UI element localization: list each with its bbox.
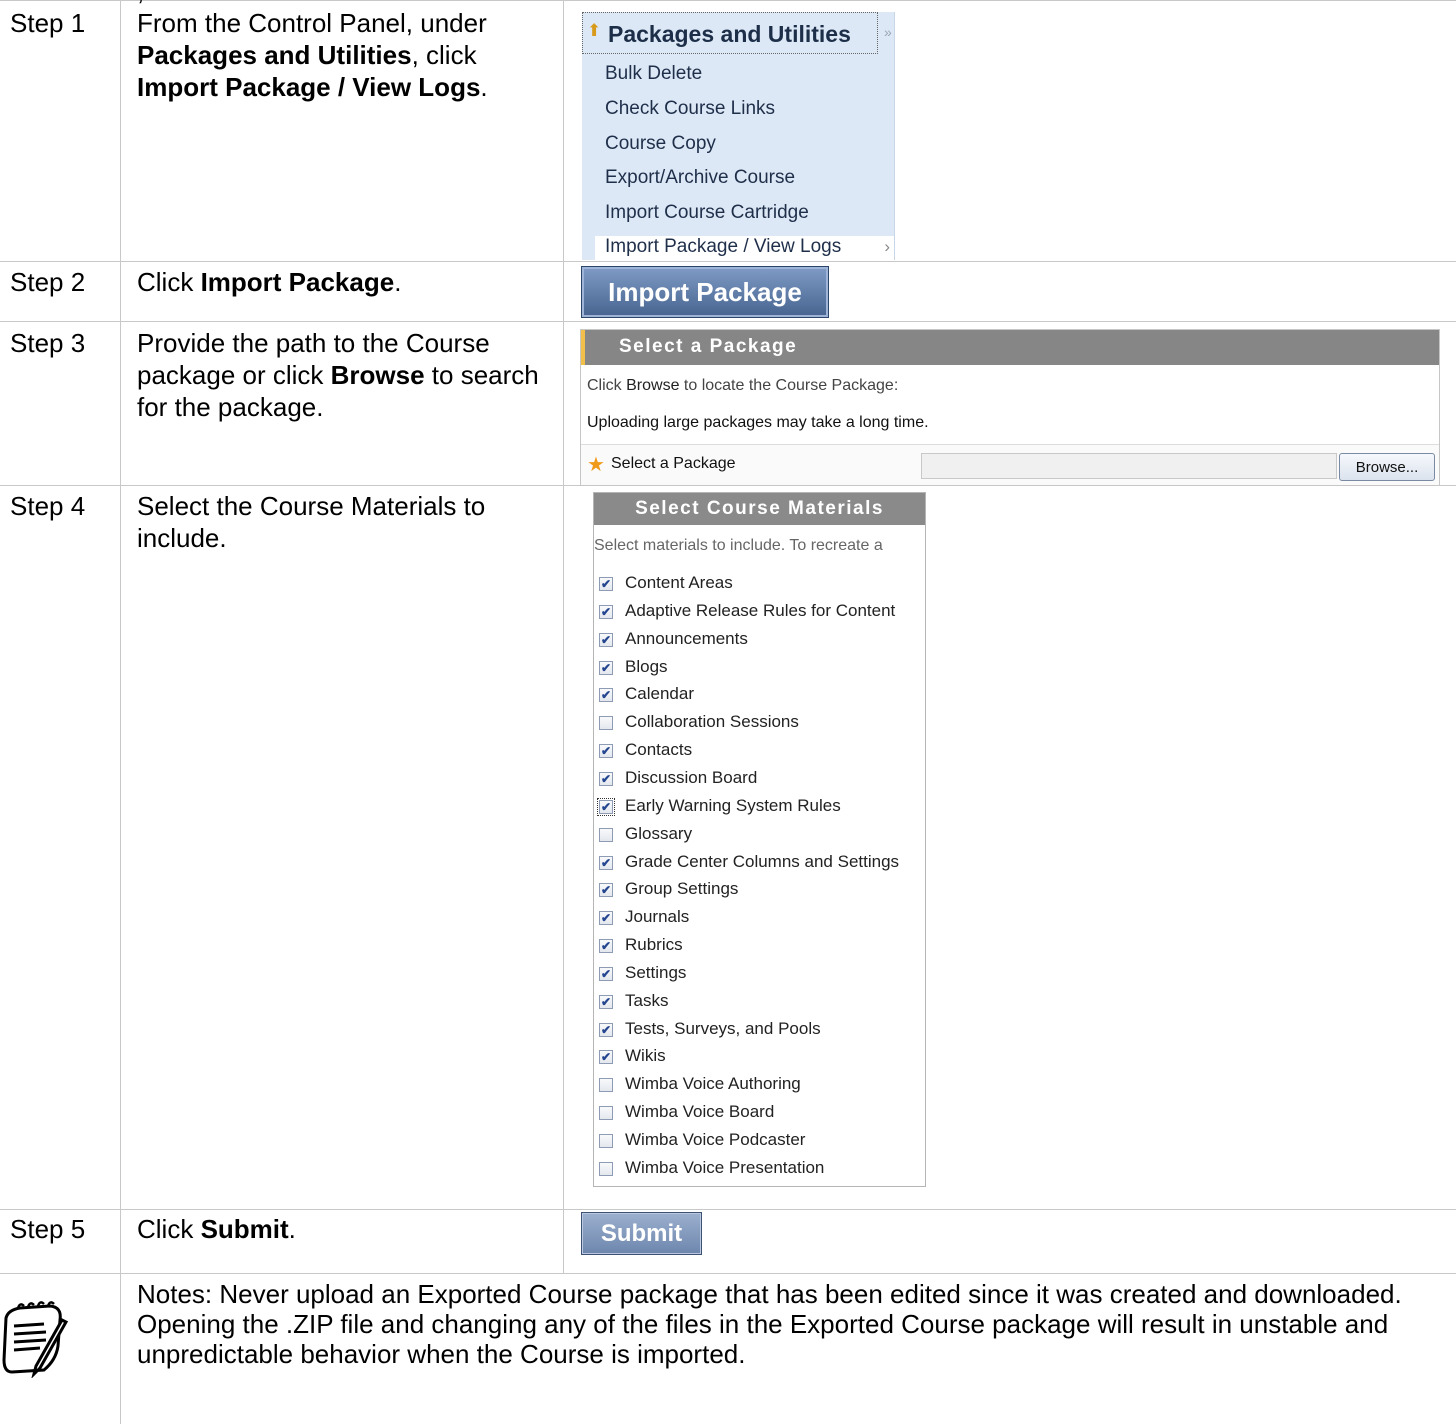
course-material-label: Adaptive Release Rules for Content: [625, 600, 896, 620]
select-package-label: Select a Package: [611, 455, 736, 472]
checkbox[interactable]: ✔: [599, 604, 613, 619]
course-material-label: Tasks: [625, 990, 669, 1010]
checkbox[interactable]: ✔: [599, 771, 613, 786]
collapse-arrow-icon: ⬆: [587, 21, 602, 40]
checkbox[interactable]: ✔: [599, 883, 613, 898]
step-3-instruction: Provide the path to the Course package o…: [137, 328, 539, 422]
step-4-label: Step 4: [10, 491, 86, 521]
packages-utilities-header[interactable]: ⬆ Packages and Utilities: [582, 12, 878, 54]
menu-item-check-course-links[interactable]: Check Course Links: [605, 98, 775, 120]
course-material-label: Early Warning System Rules: [625, 795, 841, 815]
checkbox[interactable]: ✔: [599, 1022, 613, 1037]
course-material-label: Wimba Voice Board: [625, 1102, 775, 1122]
package-path-input[interactable]: [921, 453, 1337, 479]
course-materials-header: Select Course Materials: [594, 493, 925, 525]
course-material-label: Contacts: [625, 740, 693, 760]
step-4-instruction: Select the Course Materials to include.: [137, 491, 486, 553]
checkbox[interactable]: [599, 1106, 613, 1121]
packages-utilities-title: Packages and Utilities: [608, 21, 851, 47]
course-material-label: Group Settings: [625, 879, 739, 899]
checkbox[interactable]: ✔: [599, 994, 613, 1009]
checkbox[interactable]: [599, 1078, 613, 1093]
row-divider: [0, 1273, 1456, 1274]
checkbox[interactable]: ✔: [599, 632, 613, 647]
menu-item-import-course-cartridge[interactable]: Import Course Cartridge: [605, 202, 809, 224]
course-material-label: Rubrics: [625, 935, 683, 955]
checkbox[interactable]: [599, 1161, 613, 1176]
course-material-label: Calendar: [625, 684, 694, 704]
menu-item-course-copy[interactable]: Course Copy: [605, 133, 716, 155]
course-material-label: Blogs: [625, 656, 668, 676]
step-5-instruction: Click Submit.: [137, 1214, 296, 1244]
checkbox[interactable]: [599, 1134, 613, 1148]
course-material-label: Tests, Surveys, and Pools: [625, 1018, 821, 1038]
menu-item-export-archive-course[interactable]: Export/Archive Course: [605, 167, 795, 189]
row-divider: [0, 261, 1456, 262]
checkbox[interactable]: ✔: [599, 855, 613, 870]
chevron-right-icon: ›: [884, 237, 890, 256]
step-1-instruction: From the Control Panel, under Packages a…: [137, 8, 488, 102]
checkbox[interactable]: [599, 716, 613, 731]
step-2-instruction: Click Import Package.: [137, 267, 402, 297]
course-material-label: Wimba Voice Presentation: [625, 1157, 825, 1177]
course-material-label: Wikis: [625, 1046, 666, 1066]
course-material-label: Content Areas: [625, 573, 733, 592]
close-icon[interactable]: »: [884, 24, 892, 40]
checkbox[interactable]: ✔: [599, 911, 613, 926]
step-1-label: Step 1: [10, 8, 86, 38]
menu-item-bulk-delete[interactable]: Bulk Delete: [605, 63, 702, 85]
select-package-header: Select a Package: [581, 330, 1439, 365]
course-material-label: Announcements: [625, 628, 748, 648]
course-material-label: Discussion Board: [625, 767, 758, 787]
row-divider: [0, 321, 1456, 322]
checkbox[interactable]: ✔: [597, 797, 615, 816]
row-divider: [0, 1209, 1456, 1210]
course-materials-intro: Select materials to include. To recreate…: [594, 537, 883, 554]
menu-item-label: Import Package / View Logs: [605, 236, 842, 257]
column-divider: [563, 0, 564, 1273]
submit-button[interactable]: Submit: [581, 1212, 702, 1255]
course-material-label: Wimba Voice Authoring: [625, 1074, 801, 1094]
course-material-label: Grade Center Columns and Settings: [625, 851, 900, 871]
course-material-label: Settings: [625, 962, 687, 982]
browse-button[interactable]: Browse...: [1339, 453, 1435, 481]
step-3-label: Step 3: [10, 328, 86, 358]
course-material-label: Collaboration Sessions: [625, 712, 799, 732]
select-package-row: ★ Select a Package Browse...: [581, 444, 1439, 485]
upload-warning: Uploading large packages may take a long…: [587, 414, 929, 431]
course-material-label: Wimba Voice Podcaster: [625, 1130, 806, 1149]
select-package-panel: Select a Package Click Browse to locate …: [580, 329, 1440, 486]
notes-text: Notes: Never upload an Exported Course p…: [137, 1279, 1402, 1369]
checkbox[interactable]: ✔: [599, 966, 613, 981]
cropped-heading-text: , . . . . . . . . . . . . . . . . . . .: [137, 0, 419, 7]
checkbox[interactable]: ✔: [599, 660, 613, 675]
checkbox[interactable]: ✔: [599, 744, 613, 759]
step-2-label: Step 2: [10, 267, 86, 297]
column-divider: [120, 0, 121, 1424]
course-material-label: Glossary: [625, 823, 693, 843]
packages-utilities-menu: ⬆ Packages and Utilities » Bulk Delete C…: [582, 12, 895, 260]
select-package-title: Select a Package: [619, 336, 798, 357]
step-5-label: Step 5: [10, 1214, 86, 1244]
course-materials-panel: Select Course Materials Select materials…: [593, 492, 926, 1187]
checkbox[interactable]: [599, 827, 613, 842]
course-material-label: Journals: [625, 907, 690, 927]
checkbox[interactable]: ✔: [599, 939, 613, 954]
checkbox[interactable]: ✔: [599, 1050, 613, 1065]
checkbox[interactable]: ✔: [599, 577, 613, 591]
checkbox[interactable]: ✔: [599, 688, 613, 703]
required-star-icon: ★: [587, 454, 605, 476]
menu-item-import-package-view-logs[interactable]: Import Package / View Logs ›: [595, 236, 894, 260]
notepad-icon: [2, 1301, 69, 1378]
import-package-button[interactable]: Import Package: [581, 266, 829, 318]
browse-hint: Click Browse to locate the Course Packag…: [587, 377, 899, 394]
